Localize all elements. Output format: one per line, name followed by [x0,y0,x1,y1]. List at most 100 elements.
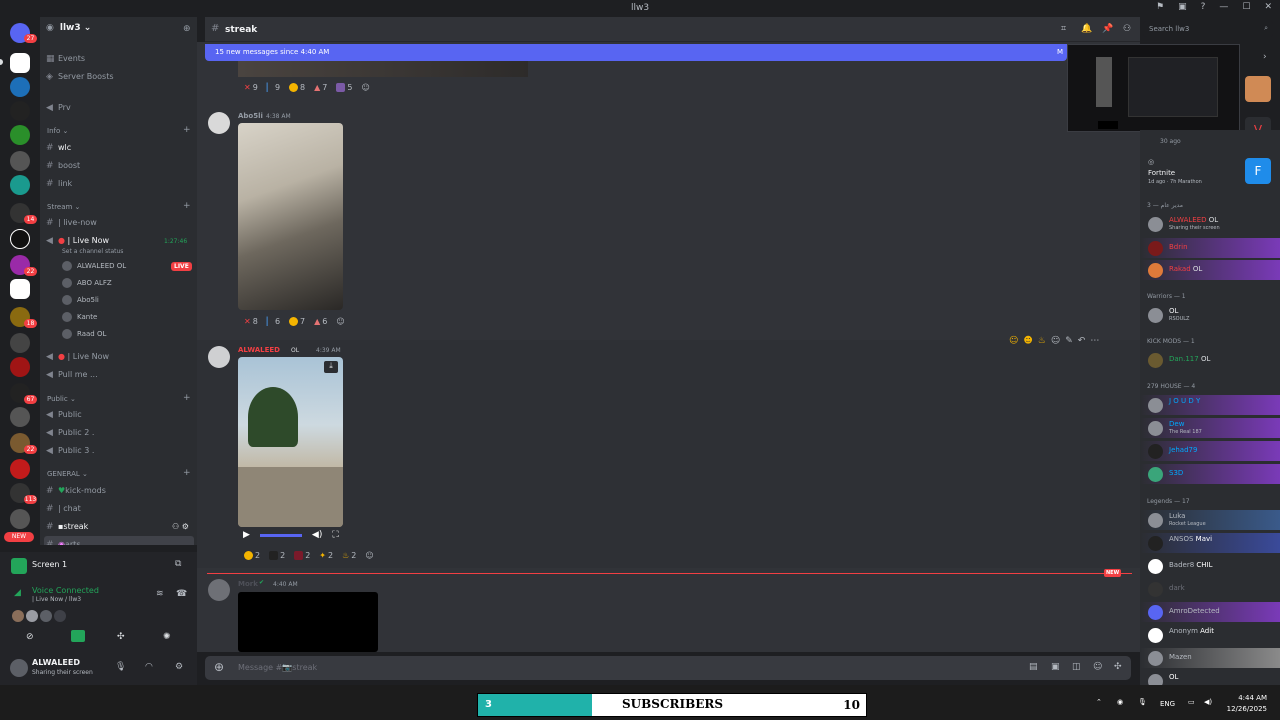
server-icon[interactable] [10,53,30,73]
reply-icon[interactable]: ↶ [1078,336,1086,346]
author-name[interactable]: Abo5li [238,112,263,120]
avatar[interactable] [208,579,230,601]
server-icon[interactable] [10,175,30,195]
emoji-icon[interactable]: ☺ [1093,662,1102,672]
add-reaction-icon[interactable]: ☺ [362,550,376,561]
minimize-button[interactable]: — [1219,2,1228,12]
mark-read-button[interactable]: M [1057,48,1063,56]
channel-boost[interactable]: # boost [46,161,80,171]
server-icon[interactable] [10,333,30,353]
add-reaction-icon[interactable]: ☺ [1051,336,1060,346]
volume-tray-icon[interactable]: ◀) [1204,698,1212,706]
reaction[interactable]: 5 [333,82,355,93]
progress-bar[interactable] [259,533,302,537]
guild-header[interactable]: ◉ llw3 ⌄ [46,23,91,33]
user-avatar[interactable] [10,659,28,677]
microphone-tray-icon[interactable]: 🎙 [1138,698,1147,706]
server-icon[interactable] [10,509,30,529]
member-row[interactable]: AmroDetected [1140,602,1280,622]
mic-icon[interactable]: 🎙 [115,662,126,672]
inbox-icon[interactable]: ▣ [1178,2,1187,12]
channel-prv[interactable]: ◀ Prv [46,103,71,113]
reaction[interactable]: 7 [286,316,308,327]
reaction[interactable]: 2 [241,550,263,561]
pin-icon[interactable]: 📌 [1102,24,1113,34]
voice-user[interactable]: Kante [62,312,97,322]
stream-preview[interactable] [1067,44,1240,132]
member-row[interactable]: Mazen [1140,648,1280,668]
tray-app-icon[interactable]: ◉ [1117,698,1123,706]
server-icon[interactable] [10,229,30,249]
reaction[interactable]: 2 [266,550,288,561]
camera-off-icon[interactable]: ⊘ [26,632,34,642]
new-messages-banner[interactable]: 15 new messages since 4:40 AM M [205,44,1067,61]
popout-icon[interactable]: ⧉ [175,559,181,569]
server-icon[interactable] [10,77,30,97]
member-row[interactable]: Anonym Adit [1140,625,1280,645]
server-icon[interactable] [10,279,30,299]
voice-location[interactable]: | Live Now / llw3 [32,596,81,603]
edit-icon[interactable]: ✎ [1065,336,1073,346]
attachment-image[interactable] [238,592,378,652]
reaction[interactable]: ▏ 6 [264,316,283,327]
settings-gear-icon[interactable]: ⚙ [175,662,183,672]
member-row[interactable]: OL [1140,671,1280,685]
voice-channel-public[interactable]: ◀ Public [46,410,82,420]
server-boosts-item[interactable]: ◈ Server Boosts [46,72,114,82]
activity-card[interactable]: ◎ Fortnite 1d ago · 7h Marathon F [1140,158,1280,185]
screen-share-icon[interactable] [71,630,85,642]
voice-channel-public-3[interactable]: ◀ Public 3 . [46,446,94,456]
gift-icon[interactable]: ▤ [1029,662,1038,672]
author-name[interactable]: ALWALEED [238,346,280,354]
author-name[interactable]: Mork [238,580,258,588]
clock-time[interactable]: 4:44 AM [1235,694,1267,702]
reaction[interactable]: ✕ 9 [241,82,261,93]
network-icon[interactable]: ▭ [1188,698,1195,706]
quick-reaction-icon[interactable]: ☻ [1023,336,1032,346]
category-info[interactable]: Info ⌄ [47,127,68,135]
voice-connected-label[interactable]: Voice Connected [32,586,99,595]
server-icon[interactable] [10,459,30,479]
add-channel-icon[interactable]: + [183,468,191,478]
activities-icon[interactable]: ✣ [117,632,125,642]
channel-link[interactable]: # link [46,179,72,189]
tray-chevron-icon[interactable]: ⌃ [1096,698,1102,706]
reaction[interactable]: ♨ 2 [339,550,359,561]
noise-suppression-icon[interactable]: ≋ [156,589,164,599]
gear-icon[interactable]: ⚙ [182,522,189,531]
channel-wlc[interactable]: # wlc [46,143,71,153]
video-attachment[interactable]: ⤓ [238,357,343,527]
server-icon[interactable] [10,357,30,377]
quick-reaction-icon[interactable]: ♨ [1038,336,1046,346]
quick-reaction-icon[interactable]: ☺ [1009,336,1018,346]
voice-user[interactable]: Abo5li [62,295,99,305]
invite-icon[interactable]: ⊕ [183,24,191,34]
screen-label[interactable]: Screen 1 [32,560,67,569]
search-input[interactable]: Search llw3 ⌕ [1143,21,1273,37]
channel-status[interactable]: Set a channel status [62,248,123,255]
member-row[interactable]: Dan.117 OL [1140,350,1280,370]
member-row[interactable]: J O U D Y [1140,395,1280,415]
channel-streak[interactable]: # ▪streak [46,522,88,532]
add-channel-icon[interactable]: + [183,393,191,403]
voice-user[interactable]: ALWALEED OL [62,261,126,271]
attachment-image[interactable] [238,123,343,310]
add-attachment-icon[interactable]: ⊕ [214,660,224,674]
threads-icon[interactable]: ⌗ [1061,24,1066,34]
help-icon[interactable]: ? [1201,2,1206,12]
server-icon[interactable] [10,407,30,427]
channel-live-now-text[interactable]: # | live-now [46,218,97,228]
clock-date[interactable]: 12/26/2025 [1222,705,1267,713]
channel-chat[interactable]: # | chat [46,504,81,514]
server-icon[interactable] [10,125,30,145]
events-item[interactable]: ▦ Events [46,54,85,64]
reaction[interactable]: ▲ 7 [311,82,330,93]
language-indicator[interactable]: ENG [1160,700,1175,708]
fullscreen-icon[interactable]: ⛶ [332,530,338,540]
reaction[interactable]: ✦ 2 [316,550,336,561]
download-icon[interactable]: ⤓ [324,361,338,373]
voice-user[interactable]: ABO ALFZ [62,278,112,288]
reaction[interactable]: ▏ 9 [264,82,283,93]
channel-settings[interactable]: ⚇ ⚙ [172,522,189,531]
channel-arts[interactable]: # ◉arts [46,540,80,545]
